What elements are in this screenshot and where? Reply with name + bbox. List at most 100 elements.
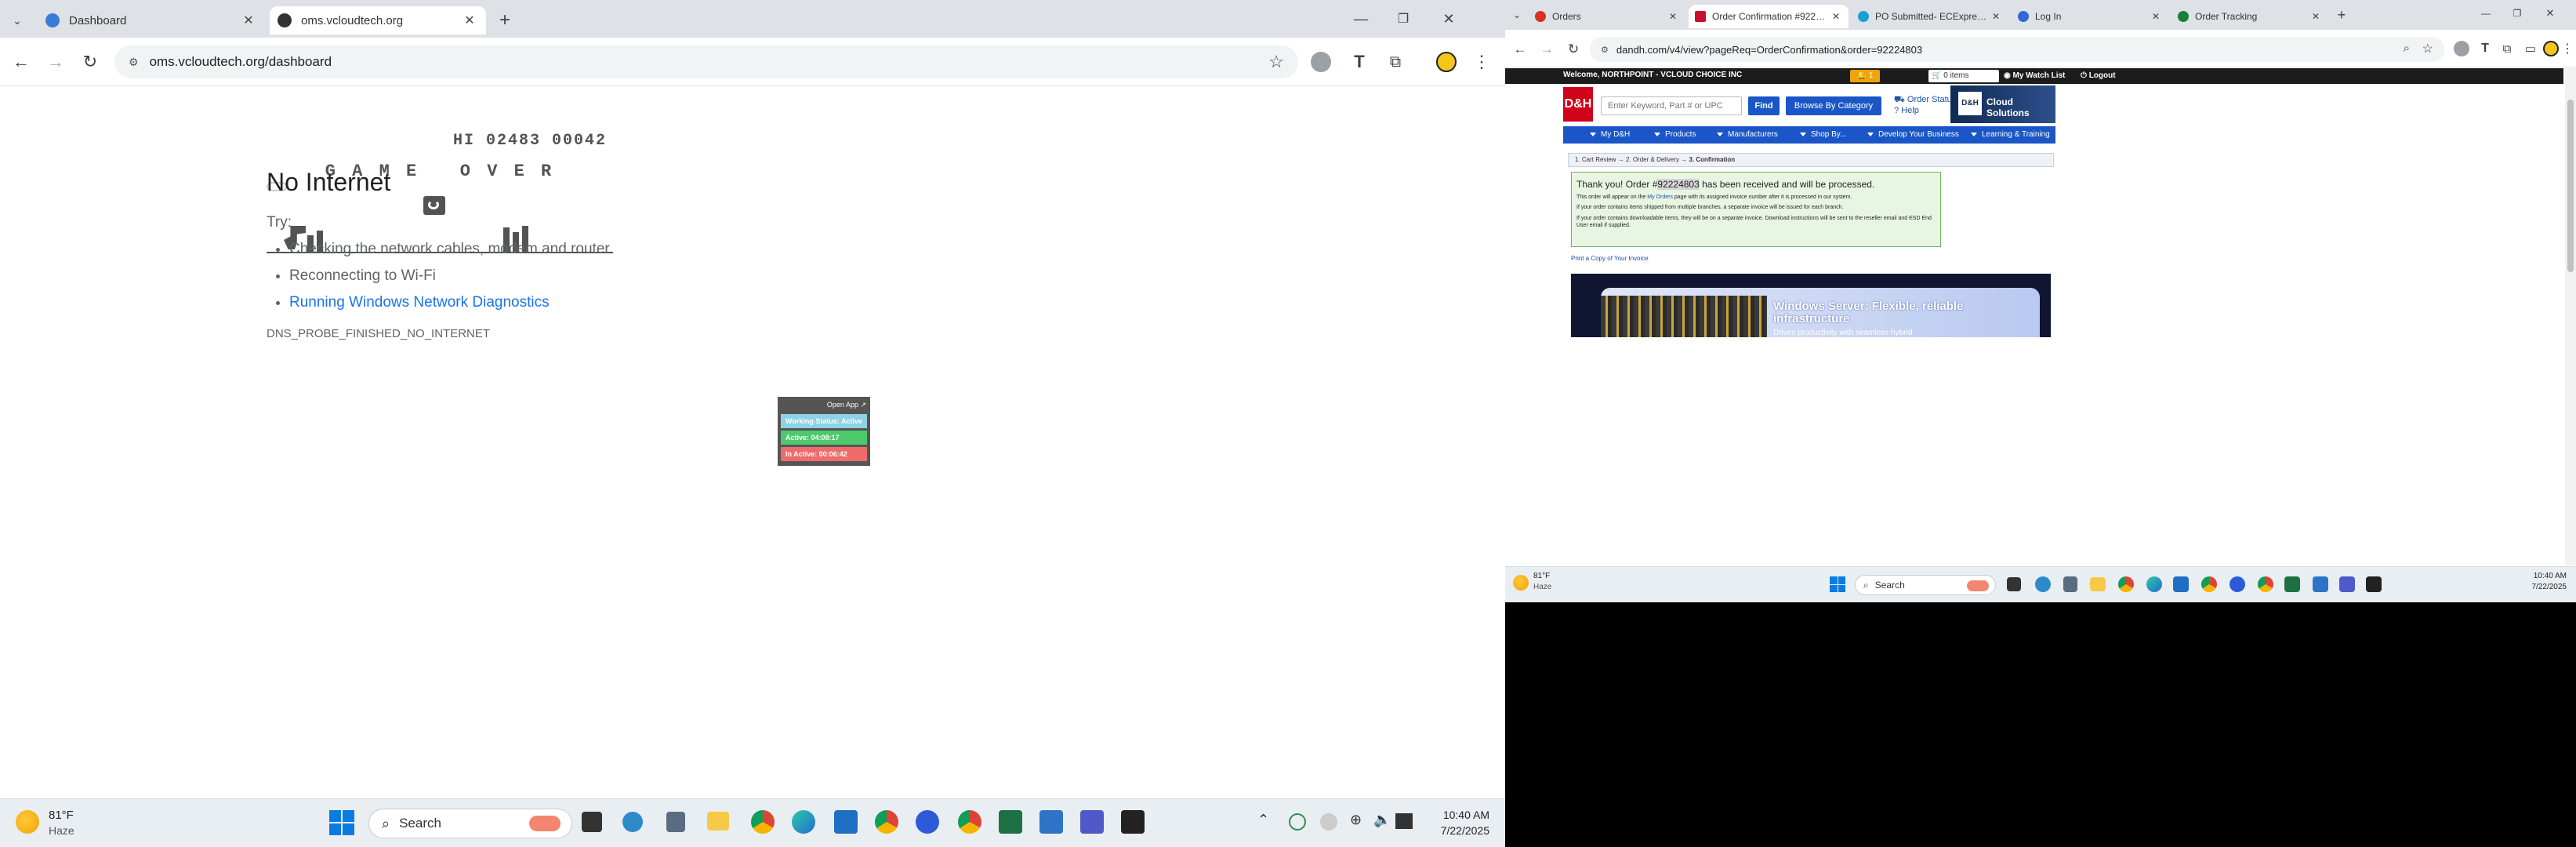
- tray-app-icon[interactable]: [1289, 813, 1306, 831]
- forward-arrow-icon[interactable]: →: [1538, 41, 1555, 58]
- weather-sun-icon[interactable]: [16, 810, 39, 834]
- tab-order-confirmation[interactable]: Order Confirmation #92224803 ✕: [1689, 5, 1849, 28]
- taskbar-time[interactable]: 10:40 AM: [2501, 572, 2567, 580]
- tab-log-in[interactable]: Log In ✕: [2012, 5, 2168, 28]
- open-app-link[interactable]: Open App ↗: [778, 397, 870, 413]
- sidebar-icon[interactable]: ▭: [2523, 39, 2538, 58]
- calculator-icon[interactable]: [2063, 576, 2077, 592]
- close-tab-icon[interactable]: ✕: [461, 13, 478, 28]
- nav-my-dh[interactable]: My D&H: [1590, 130, 1630, 139]
- file-explorer-icon[interactable]: [2090, 577, 2106, 591]
- weather-sun-icon[interactable]: [1513, 575, 1529, 591]
- minimize-button[interactable]: —: [1345, 8, 1377, 30]
- cloud-solutions-banner[interactable]: D&H Cloud Solutions: [1950, 85, 2055, 123]
- task-view-icon[interactable]: [582, 812, 602, 832]
- nav-learning-training[interactable]: Learning & Training: [1971, 130, 2050, 139]
- chrome-icon[interactable]: [875, 810, 898, 834]
- scrollbar-thumb[interactable]: [2567, 100, 2574, 272]
- tab-search-icon[interactable]: ⌄: [8, 11, 27, 30]
- taskbar-date[interactable]: 7/22/2025: [1427, 824, 1489, 837]
- dh-logo[interactable]: D&H: [1563, 87, 1593, 122]
- logout-link[interactable]: ⏻ Logout: [2081, 71, 2116, 80]
- menu-kebab-icon[interactable]: ⋮: [1472, 50, 1491, 74]
- sticky-notes-icon[interactable]: [2366, 576, 2382, 592]
- zoom-icon[interactable]: [2230, 576, 2245, 592]
- tab-dashboard[interactable]: Dashboard ✕: [38, 6, 265, 35]
- print-invoice-link[interactable]: Print a Copy of Your Invoice: [1571, 255, 1649, 262]
- tab-orders[interactable]: Orders ✕: [1529, 5, 1685, 28]
- tab-oms[interactable]: oms.vcloudtech.org ✕: [270, 6, 486, 35]
- profile-avatar[interactable]: [1436, 52, 1457, 72]
- new-tab-button[interactable]: +: [2333, 6, 2350, 24]
- chrome-icon[interactable]: [751, 810, 775, 834]
- zoom-icon[interactable]: [916, 810, 939, 834]
- browse-category-button[interactable]: Browse By Category: [1786, 96, 1881, 115]
- back-arrow-icon[interactable]: ←: [1511, 41, 1529, 58]
- close-tab-icon[interactable]: ✕: [1667, 11, 1679, 22]
- close-tab-icon[interactable]: ✕: [1990, 11, 2002, 22]
- close-tab-icon[interactable]: ✕: [240, 13, 257, 28]
- watch-list-link[interactable]: ◉ My Watch List: [2004, 71, 2065, 80]
- volume-icon[interactable]: 🔈: [1373, 812, 1391, 828]
- nav-manufacturers[interactable]: Manufacturers: [1717, 130, 1778, 139]
- file-explorer-icon[interactable]: [707, 812, 729, 831]
- close-window-button[interactable]: ✕: [1433, 8, 1464, 30]
- nav-products[interactable]: Products: [1654, 130, 1696, 139]
- reload-icon[interactable]: ↻: [1565, 41, 1582, 58]
- onedrive-icon[interactable]: [1320, 813, 1337, 831]
- calculator-icon[interactable]: [666, 812, 685, 832]
- step-order-delivery[interactable]: 2. Order & Delivery: [1626, 156, 1679, 163]
- excel-icon[interactable]: [2284, 576, 2300, 592]
- chrome-icon[interactable]: [2118, 576, 2134, 592]
- page-scrollbar[interactable]: [2565, 68, 2576, 565]
- bookmark-star-icon[interactable]: ☆: [1268, 52, 1284, 72]
- start-windows-icon[interactable]: [329, 810, 354, 835]
- site-info-icon[interactable]: ⚙: [1601, 45, 1609, 55]
- taskbar-date[interactable]: 7/22/2025: [2501, 583, 2567, 591]
- find-button[interactable]: Find: [1748, 96, 1780, 115]
- edge-icon[interactable]: [792, 810, 815, 834]
- chrome-icon[interactable]: [958, 810, 981, 834]
- restore-button[interactable]: ❐: [1388, 8, 1419, 30]
- close-tab-icon[interactable]: ✕: [2309, 11, 2322, 22]
- app-icon[interactable]: [2035, 576, 2051, 592]
- diagnostics-link[interactable]: Running Windows Network Diagnostics: [289, 294, 550, 311]
- forward-arrow-icon[interactable]: →: [44, 50, 67, 74]
- sticky-notes-icon[interactable]: [1121, 810, 1145, 834]
- address-bar[interactable]: ⚙ dandh.com/v4/view?pageReq=OrderConfirm…: [1590, 37, 2444, 62]
- restore-button[interactable]: ❐: [2505, 5, 2529, 22]
- app-icon[interactable]: [622, 812, 643, 832]
- bookmark-star-icon[interactable]: ☆: [2422, 41, 2433, 56]
- taskbar-search[interactable]: ⌕ Search: [1855, 575, 1996, 595]
- help-link[interactable]: ? Help: [1894, 106, 1919, 115]
- snipping-tool-icon[interactable]: [1039, 810, 1063, 834]
- tab-search-icon[interactable]: ⌄: [1510, 8, 1524, 22]
- close-window-button[interactable]: ✕: [2538, 5, 2562, 22]
- close-tab-icon[interactable]: ✕: [1830, 11, 1842, 22]
- cart-button[interactable]: 🛒 0 items: [1928, 70, 1999, 82]
- extensions-puzzle-icon[interactable]: ⧉: [2499, 39, 2515, 58]
- outlook-icon[interactable]: [834, 810, 858, 834]
- extension-icon[interactable]: [1311, 52, 1331, 72]
- site-info-icon[interactable]: ⚙: [129, 56, 139, 69]
- taskbar-time[interactable]: 10:40 AM: [1427, 809, 1489, 821]
- teams-icon[interactable]: [2339, 576, 2355, 592]
- taskbar-search[interactable]: ⌕ Search: [368, 809, 572, 838]
- excel-icon[interactable]: [999, 810, 1022, 834]
- close-tab-icon[interactable]: ✕: [2150, 11, 2162, 22]
- tray-chevron-icon[interactable]: ⌃: [1257, 812, 1269, 828]
- text-tool-icon[interactable]: T: [1348, 50, 1370, 74]
- back-arrow-icon[interactable]: ←: [9, 50, 33, 74]
- tab-po-submitted[interactable]: PO Submitted- ECExpress - ✕: [1852, 5, 2008, 28]
- chrome-icon[interactable]: [2258, 576, 2273, 592]
- promo-banner[interactable]: Windows Server: Flexible, reliable infra…: [1571, 274, 2051, 337]
- menu-kebab-icon[interactable]: ⋮: [2561, 39, 2574, 58]
- product-search-input[interactable]: [1601, 96, 1742, 115]
- outlook-icon[interactable]: [2173, 576, 2189, 592]
- tab-order-tracking[interactable]: Order Tracking ✕: [2171, 5, 2328, 28]
- profile-avatar[interactable]: [2543, 41, 2559, 56]
- new-tab-button[interactable]: +: [494, 9, 516, 31]
- my-orders-link[interactable]: My Orders: [1647, 194, 1673, 200]
- reload-icon[interactable]: ↻: [78, 50, 102, 74]
- alerts-badge[interactable]: 🔔 1: [1850, 70, 1880, 82]
